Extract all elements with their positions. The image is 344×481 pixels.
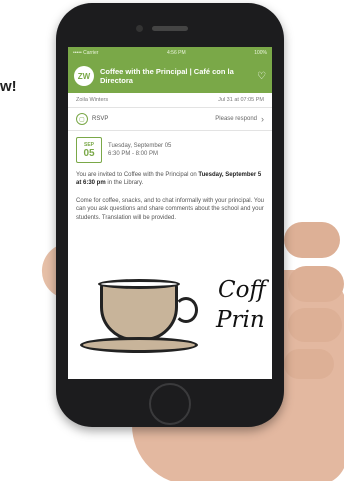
carrier: ••••• Carrier xyxy=(73,50,99,56)
status-time: 4:56 PM xyxy=(167,50,186,56)
finger xyxy=(284,349,334,379)
chevron-right-icon: › xyxy=(261,114,264,124)
status-bar: ••••• Carrier 4:56 PM 100% xyxy=(68,47,272,59)
coffee-artwork: Coff Prin xyxy=(68,265,272,379)
date-badge: SEP 05 xyxy=(76,137,102,163)
saucer xyxy=(80,337,198,353)
time-line: 6:30 PM - 8:00 PM xyxy=(108,151,159,157)
finger xyxy=(288,266,344,302)
heart-icon[interactable]: ♡ xyxy=(257,71,266,82)
sent-time: Jul 31 at 07:05 PM xyxy=(218,97,264,103)
invitation-paragraph: You are invited to Coffee with the Princ… xyxy=(76,172,262,187)
script-text: Prin xyxy=(216,307,265,333)
sender-name: Zoila Winters xyxy=(76,97,109,103)
battery: 100% xyxy=(254,50,267,56)
rsvp-label: RSVP xyxy=(92,116,109,122)
date-line: Tuesday, September 05 xyxy=(108,143,172,149)
finger xyxy=(284,222,340,258)
finger xyxy=(288,308,342,342)
message-meta: Zoila Winters Jul 31 at 07:05 PM xyxy=(68,93,272,108)
background-text: w! xyxy=(0,78,17,95)
app-bar: ZW Coffee with the Principal | Café con … xyxy=(68,59,272,93)
date-day: 05 xyxy=(83,147,95,159)
event-date: SEP 05 Tuesday, September 05 6:30 PM - 8… xyxy=(68,131,272,169)
respond-link[interactable]: Please respond xyxy=(215,116,257,122)
home-button[interactable] xyxy=(149,383,191,425)
avatar: ZW xyxy=(74,66,94,86)
rsvp-calendar-icon: ▢ xyxy=(76,113,88,125)
phone-device: ••••• Carrier 4:56 PM 100% ZW Coffee wit… xyxy=(56,3,284,427)
description-paragraph: Come for coffee, snacks, and to chat inf… xyxy=(76,197,264,221)
coffee-cup-icon xyxy=(100,283,178,341)
speaker xyxy=(152,26,188,31)
rsvp-row[interactable]: ▢ RSVP Please respond › xyxy=(68,108,272,131)
page-title: Coffee with the Principal | Café con la … xyxy=(100,67,234,85)
phone-screen: ••••• Carrier 4:56 PM 100% ZW Coffee wit… xyxy=(68,47,272,379)
cup-rim xyxy=(98,279,180,289)
camera xyxy=(136,25,143,32)
script-text: Coff xyxy=(218,277,266,303)
date-details: Tuesday, September 05 6:30 PM - 8:00 PM xyxy=(108,142,171,158)
